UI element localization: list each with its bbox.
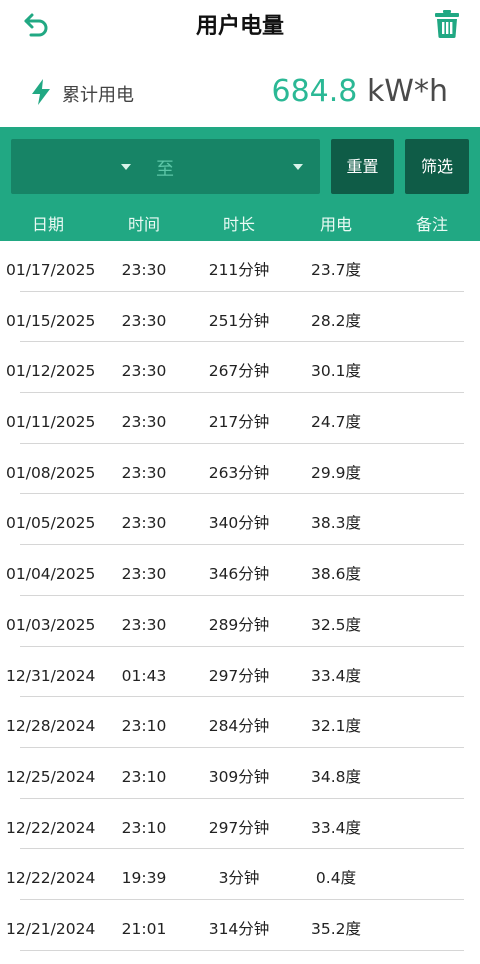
- total-usage-number: 684.8: [271, 74, 358, 109]
- date-separator: 至: [156, 159, 174, 180]
- lightning-bolt-icon: [30, 78, 52, 106]
- table-row[interactable]: 01/12/2025 23:30 267分钟 30.1度: [0, 342, 480, 394]
- table-row[interactable]: 12/21/2024 21:01 314分钟 35.2度: [0, 900, 480, 951]
- table-row[interactable]: 01/11/2025 23:30 217分钟 24.7度: [0, 393, 480, 444]
- table-row[interactable]: 01/17/2025 23:30 211分钟 23.7度: [0, 241, 480, 292]
- filter-panel: 至 重置 筛选 日期 时间 时长 用电 备注: [0, 127, 480, 241]
- table-row[interactable]: 01/03/2025 23:30 289分钟 32.5度: [0, 596, 480, 647]
- end-date-select[interactable]: [181, 139, 320, 194]
- table-row[interactable]: 01/15/2025 23:30 251分钟 28.2度: [0, 292, 480, 343]
- table-row[interactable]: 12/28/2024 23:10 284分钟 32.1度: [0, 697, 480, 748]
- column-header-duration: 时长: [222, 215, 255, 234]
- total-usage-label: 累计用电: [62, 85, 134, 106]
- chevron-down-icon: [293, 164, 303, 170]
- table-row[interactable]: 12/25/2024 23:10 309分钟 34.8度: [0, 748, 480, 799]
- page-title: 用户电量: [195, 14, 284, 39]
- total-usage-unit: kW*h: [366, 74, 448, 109]
- column-header-usage: 用电: [319, 215, 352, 234]
- table-row[interactable]: 12/22/2024 23:10 297分钟 33.4度: [0, 799, 480, 850]
- app-root: 用户电量 累计用电 684.8 kW*h 至 重置 筛选 日期 时间 时长 用电…: [0, 0, 480, 964]
- column-header-date: 日期: [31, 215, 64, 234]
- table-header: 日期 时间 时长 用电 备注: [0, 207, 480, 237]
- date-range-picker: 至: [11, 139, 320, 194]
- usage-records-list: 01/17/2025 23:30 211分钟 23.7度 01/15/2025 23:30…: [0, 241, 480, 951]
- table-row[interactable]: 12/31/2024 01:43 297分钟 33.4度: [0, 647, 480, 698]
- chevron-down-icon: [121, 164, 131, 170]
- table-row[interactable]: 12/22/2024 19:39 3分钟 0.4度: [0, 849, 480, 900]
- total-usage-value: 684.8 kW*h: [272, 74, 449, 110]
- table-row[interactable]: 01/04/2025 23:30 346分钟 38.6度: [0, 545, 480, 596]
- total-usage-summary: 累计用电 684.8 kW*h: [0, 62, 480, 122]
- table-row[interactable]: 01/05/2025 23:30 340分钟 38.3度: [0, 494, 480, 546]
- filter-button[interactable]: 筛选: [405, 139, 469, 194]
- start-date-select[interactable]: [11, 139, 141, 194]
- top-bar: 用户电量: [0, 0, 480, 50]
- row-divider: [20, 949, 464, 951]
- column-header-time: 时间: [127, 215, 160, 234]
- column-header-note: 备注: [415, 215, 448, 234]
- trash-icon[interactable]: [434, 9, 460, 39]
- reset-button[interactable]: 重置: [331, 139, 394, 194]
- table-row[interactable]: 01/08/2025 23:30 263分钟 29.9度: [0, 444, 480, 495]
